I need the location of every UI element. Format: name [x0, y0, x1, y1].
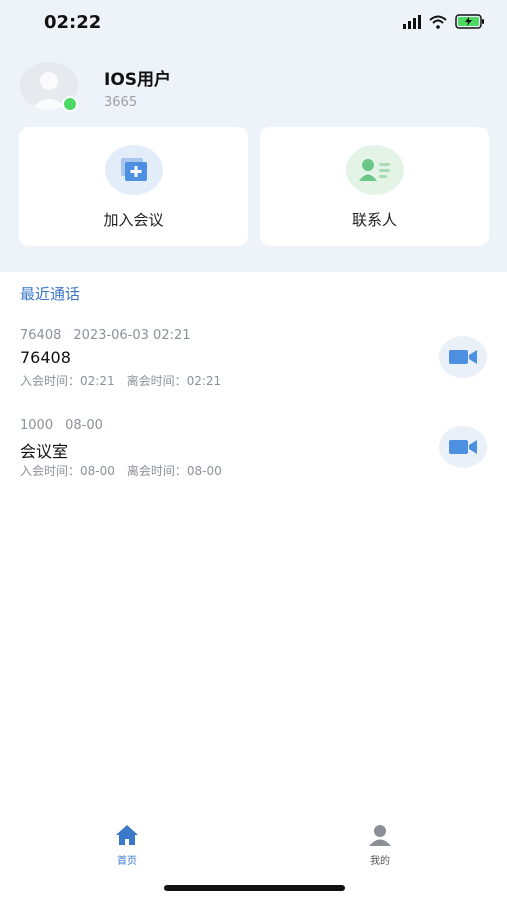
- video-camera-icon: [449, 350, 477, 364]
- join-time: 入会时间：08-00: [20, 464, 115, 478]
- call-date: 2023-06-03 02:21: [73, 328, 191, 343]
- status-icons: [403, 14, 485, 29]
- call-list-item[interactable]: 76408 2023-06-03 02:21 76408 入会时间：02:21 离会…: [20, 328, 490, 398]
- username: IOS用户: [104, 70, 172, 90]
- contacts-icon: [358, 159, 390, 181]
- user-id: 3665: [104, 95, 138, 110]
- leave-time: 离会时间：08-00: [126, 464, 222, 478]
- leave-time: 离会时间：02:21: [126, 374, 222, 388]
- video-call-button[interactable]: [439, 426, 487, 468]
- battery-icon: [455, 14, 484, 29]
- online-status-dot: [62, 96, 78, 112]
- call-date: 08-00: [65, 418, 103, 433]
- tab-mine[interactable]: 我的: [340, 824, 420, 867]
- join-meeting-label: 加入会议: [103, 211, 164, 229]
- contacts-icon-wrap: [345, 145, 404, 195]
- join-meeting-card[interactable]: 加入会议: [19, 127, 248, 246]
- status-time: 02:22: [44, 12, 102, 33]
- call-number: 1000: [20, 418, 54, 433]
- user-profile[interactable]: IOS用户 3665: [20, 62, 490, 118]
- video-camera-icon: [449, 440, 477, 454]
- recent-calls-title: 最近通话: [20, 285, 81, 303]
- video-call-button[interactable]: [439, 336, 487, 378]
- call-list-item[interactable]: 1000 08-00 会议室 入会时间：08-00 离会时间：08-00: [20, 418, 490, 488]
- tab-mine-label: 我的: [370, 856, 390, 867]
- call-name: 76408: [20, 348, 71, 367]
- status-bar: 02:22: [0, 0, 507, 46]
- tab-home[interactable]: 首页: [87, 824, 167, 867]
- tab-home-label: 首页: [117, 856, 137, 867]
- call-times: 入会时间：02:21 离会时间：02:21: [20, 372, 221, 389]
- call-number: 76408: [20, 328, 62, 343]
- add-meeting-icon: [120, 158, 147, 181]
- home-indicator: [164, 885, 345, 891]
- call-name: 会议室: [20, 442, 69, 461]
- call-meta: 1000 08-00: [20, 418, 103, 433]
- contacts-card[interactable]: 联系人: [260, 127, 489, 246]
- wifi-icon: [429, 15, 447, 29]
- signal-icon: [403, 14, 421, 29]
- call-times: 入会时间：08-00 离会时间：08-00: [20, 462, 222, 479]
- home-icon: [116, 825, 138, 845]
- call-meta: 76408 2023-06-03 02:21: [20, 328, 191, 343]
- user-icon: [369, 825, 391, 846]
- join-time: 入会时间：02:21: [20, 374, 115, 388]
- add-meeting-icon-wrap: [104, 145, 163, 195]
- tab-bar: 首页 我的: [0, 818, 507, 878]
- contacts-label: 联系人: [351, 211, 397, 229]
